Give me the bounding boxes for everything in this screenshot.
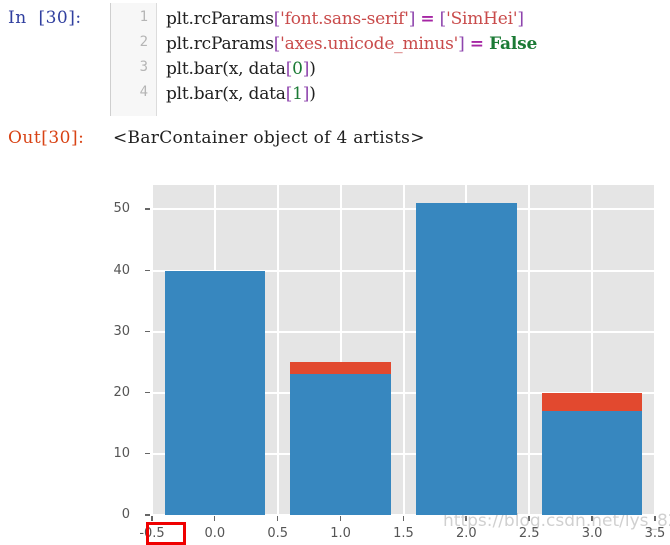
notebook-input-cell: In [30]: 1 2 3 4 plt.rcParams['font.sans-se… [0,0,670,116]
x-axis-tick-mark [151,516,153,521]
code-token-op: = [420,9,435,29]
y-axis-tick-label: 20 [113,384,130,400]
code-token-str: 'axes.unicode_minus' [280,34,459,54]
code-token-plain: plt.bar(x, data [166,84,286,104]
line-number-gutter: 1 2 3 4 [111,3,156,116]
y-axis-tick-label: 50 [113,201,130,217]
code-token-str: 'font.sans-serif' [280,9,409,29]
plot-area [152,185,655,515]
y-axis-tick-label: 30 [113,323,130,339]
gridline-vertical [152,185,153,515]
gridline-vertical [402,185,405,515]
x-axis-tick-mark [402,516,404,521]
code-token-num: 1 [292,84,303,104]
code-line-number: 3 [139,59,148,75]
code-token-num: 0 [292,59,303,79]
code-token-plain: plt.rcParams [166,34,274,54]
code-token-plain: plt.rcParams [166,9,274,29]
x-axis-tick-mark [276,516,279,521]
gridline-vertical [528,185,531,515]
y-axis-tick-mark [145,330,150,333]
code-token-brk: ] [517,9,524,29]
code-lines-container[interactable]: plt.rcParams['font.sans-serif'] = ['SimH… [166,3,670,116]
code-line-number: 4 [139,84,148,100]
bar [416,203,517,515]
gridline-vertical [276,185,279,515]
code-token-op: = [469,34,484,54]
code-line[interactable]: plt.rcParams['font.sans-serif'] = ['SimH… [166,9,524,29]
code-token-plain: ) [309,59,316,79]
bar [290,374,391,515]
y-axis-tick-label: 40 [113,262,130,278]
code-line[interactable]: plt.bar(x, data[1]) [166,84,316,104]
code-token-plain: plt.bar(x, data [166,59,286,79]
matplotlib-figure: 0 10 20 30 40 50 -0.5 0.0 0.5 1.0 1.5 2.0 2.5 3.0 3.5… [0,168,670,545]
y-axis-tick-mark [145,208,150,210]
output-prompt-label: Out[30]: [8,128,85,148]
y-axis-tick-label: 0 [121,507,130,522]
code-line-number: 2 [139,34,148,50]
y-axis-tick-mark [145,452,150,455]
code-token-kw: False [489,34,538,54]
code-line-number: 1 [139,9,148,25]
bar [164,270,266,515]
input-prompt-label: In [30]: [8,8,82,28]
gridline-vertical [654,185,655,515]
output-text-repr: <BarContainer object of 4 artists> [113,128,425,148]
y-axis-tick-mark [145,391,150,394]
y-axis-tick-mark [145,269,150,272]
y-axis-tick-label: 10 [113,445,130,461]
y-axis-tick-mark [145,514,150,516]
x-axis-tick-mark [339,516,342,521]
gridline-horizontal [152,208,655,211]
code-line[interactable]: plt.bar(x, data[0]) [166,59,316,79]
code-editor[interactable]: 1 2 3 4 plt.rcParams['font.sans-serif'] = [… [110,3,670,116]
notebook-output-row: Out[30]: <BarContainer object of 4 artis… [0,128,670,158]
x-axis-tick-mark [213,516,216,521]
bar [541,411,643,515]
code-line[interactable]: plt.rcParams['axes.unicode_minus'] = Fal… [166,34,537,54]
code-token-str: 'SimHei' [446,9,518,29]
code-token-plain: ) [309,84,316,104]
